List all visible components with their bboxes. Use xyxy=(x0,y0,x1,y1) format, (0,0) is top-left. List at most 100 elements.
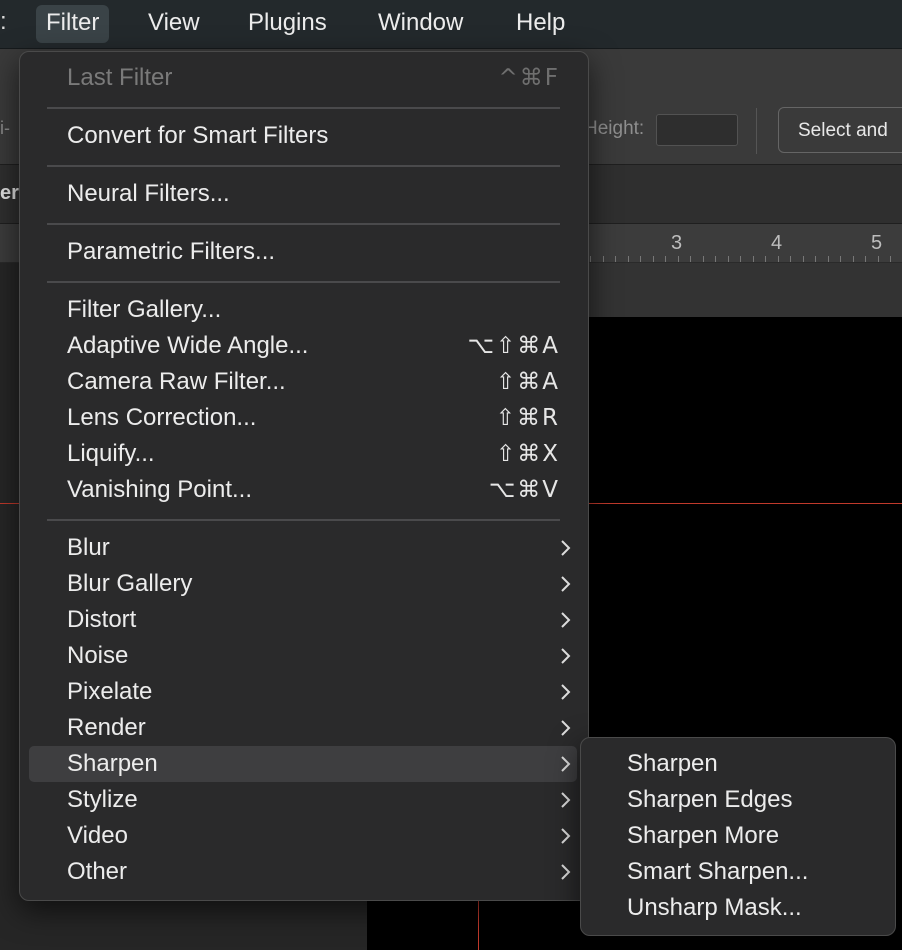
menu-window[interactable]: Window xyxy=(368,5,473,43)
menu-bar: : Filter View Plugins Window Help xyxy=(0,0,902,49)
menu-item-label: Pixelate xyxy=(67,678,153,705)
document-header xyxy=(586,263,902,317)
select-and-mask-button[interactable]: Select and xyxy=(778,107,902,153)
menu-item-blur[interactable]: Blur xyxy=(29,530,577,566)
menu-item-label: Noise xyxy=(67,642,129,669)
ruler-label: 5 xyxy=(871,232,883,254)
submenu-item-label: Sharpen More xyxy=(627,822,780,849)
options-clipped-text: i- xyxy=(0,118,10,138)
ruler-tick xyxy=(690,256,691,262)
shortcut: ⇧⌘X xyxy=(495,441,560,467)
menu-item-label: Last Filter xyxy=(67,64,173,91)
menu-item-lens-correction[interactable]: Lens Correction... ⇧⌘R xyxy=(29,400,577,436)
menu-item-other[interactable]: Other xyxy=(29,854,577,890)
menu-item-filter-gallery[interactable]: Filter Gallery... xyxy=(29,292,577,328)
ruler-tick xyxy=(665,256,666,262)
clipped-tab-label: er xyxy=(0,182,19,204)
ruler-tick xyxy=(715,256,716,262)
menu-item-neural-filters[interactable]: Neural Filters... xyxy=(29,176,577,212)
menu-item-label: Distort xyxy=(67,606,137,633)
ruler-tick xyxy=(727,256,729,262)
shortcut: ^⌘F xyxy=(498,65,560,91)
menu-item-label: Adaptive Wide Angle... xyxy=(67,332,309,359)
menu-item-label: Lens Correction... xyxy=(67,404,257,431)
menu-item-pixelate[interactable]: Pixelate xyxy=(29,674,577,710)
sharpen-submenu: Sharpen Sharpen Edges Sharpen More Smart… xyxy=(580,737,896,936)
ruler-tick xyxy=(677,256,679,262)
ruler-tick xyxy=(640,256,641,262)
menu-item-label: Convert for Smart Filters xyxy=(67,122,329,149)
ruler-tick xyxy=(865,256,866,262)
ruler-tick xyxy=(840,256,841,262)
menu-item-label: Other xyxy=(67,858,128,885)
chevron-right-icon xyxy=(561,576,571,592)
submenu-item-label: Unsharp Mask... xyxy=(627,894,802,921)
menu-item-label: Neural Filters... xyxy=(67,180,230,207)
menu-item-sharpen[interactable]: Sharpen xyxy=(29,746,577,782)
shortcut: ⌥⇧⌘A xyxy=(467,333,560,359)
shortcut: ⌥⌘V xyxy=(488,477,560,503)
menubar-clipped-text: : xyxy=(0,8,7,35)
menu-item-camera-raw-filter[interactable]: Camera Raw Filter... ⇧⌘A xyxy=(29,364,577,400)
menu-item-noise[interactable]: Noise xyxy=(29,638,577,674)
menu-item-label: Vanishing Point... xyxy=(67,476,253,503)
menu-item-liquify[interactable]: Liquify... ⇧⌘X xyxy=(29,436,577,472)
ruler-tick xyxy=(627,256,629,262)
menu-item-render[interactable]: Render xyxy=(29,710,577,746)
menu-item-last-filter: Last Filter ^⌘F xyxy=(29,60,577,96)
ruler-tick xyxy=(890,256,891,262)
ruler-label: 3 xyxy=(671,232,683,254)
submenu-item-sharpen-more[interactable]: Sharpen More xyxy=(590,818,884,854)
height-field[interactable] xyxy=(656,114,738,146)
ruler-tick xyxy=(827,256,829,262)
menu-item-vanishing-point[interactable]: Vanishing Point... ⌥⌘V xyxy=(29,472,577,508)
submenu-item-label: Sharpen xyxy=(627,750,718,777)
menu-item-convert-for-smart-filters[interactable]: Convert for Smart Filters xyxy=(29,118,577,154)
chevron-right-icon xyxy=(561,612,571,628)
chevron-right-icon xyxy=(561,756,571,772)
chevron-right-icon xyxy=(561,684,571,700)
submenu-item-unsharp-mask[interactable]: Unsharp Mask... xyxy=(590,890,884,926)
menu-plugins[interactable]: Plugins xyxy=(238,5,337,43)
chevron-right-icon xyxy=(561,828,571,844)
ruler-tick xyxy=(602,256,604,262)
menu-divider xyxy=(47,281,560,283)
menu-item-label: Blur xyxy=(67,534,110,561)
menu-divider xyxy=(47,519,560,521)
submenu-item-sharpen[interactable]: Sharpen xyxy=(590,746,884,782)
menu-filter[interactable]: Filter xyxy=(36,5,110,43)
menu-item-distort[interactable]: Distort xyxy=(29,602,577,638)
menu-divider xyxy=(47,223,560,225)
menu-view[interactable]: View xyxy=(138,5,210,43)
menu-item-label: Blur Gallery xyxy=(67,570,193,597)
submenu-item-sharpen-edges[interactable]: Sharpen Edges xyxy=(590,782,884,818)
ruler-tick xyxy=(652,256,654,262)
ruler-tick xyxy=(777,256,779,262)
menu-item-label: Stylize xyxy=(67,786,138,813)
menu-item-adaptive-wide-angle[interactable]: Adaptive Wide Angle... ⌥⇧⌘A xyxy=(29,328,577,364)
filter-menu: Last Filter ^⌘F Convert for Smart Filter… xyxy=(19,51,589,901)
menu-divider xyxy=(47,165,560,167)
ruler-tick xyxy=(852,256,854,262)
ruler-tick xyxy=(615,256,616,262)
ruler-tick xyxy=(740,256,741,262)
menu-item-label: Sharpen xyxy=(67,750,158,777)
menu-item-video[interactable]: Video xyxy=(29,818,577,854)
ruler-tick xyxy=(877,256,879,262)
menu-item-label: Liquify... xyxy=(67,440,155,467)
ruler-tick xyxy=(765,256,766,262)
shortcut: ⇧⌘A xyxy=(495,369,560,395)
menu-item-parametric-filters[interactable]: Parametric Filters... xyxy=(29,234,577,270)
menu-item-label: Parametric Filters... xyxy=(67,238,276,265)
ruler-label: 4 xyxy=(771,232,783,254)
menu-item-stylize[interactable]: Stylize xyxy=(29,782,577,818)
menu-item-blur-gallery[interactable]: Blur Gallery xyxy=(29,566,577,602)
options-divider xyxy=(756,108,757,154)
submenu-item-smart-sharpen[interactable]: Smart Sharpen... xyxy=(590,854,884,890)
ruler-tick xyxy=(590,256,591,262)
menu-item-label: Camera Raw Filter... xyxy=(67,368,286,395)
menu-item-label: Render xyxy=(67,714,146,741)
height-label: Height: xyxy=(584,118,645,139)
ruler-tick xyxy=(815,256,816,262)
menu-help[interactable]: Help xyxy=(506,5,575,43)
